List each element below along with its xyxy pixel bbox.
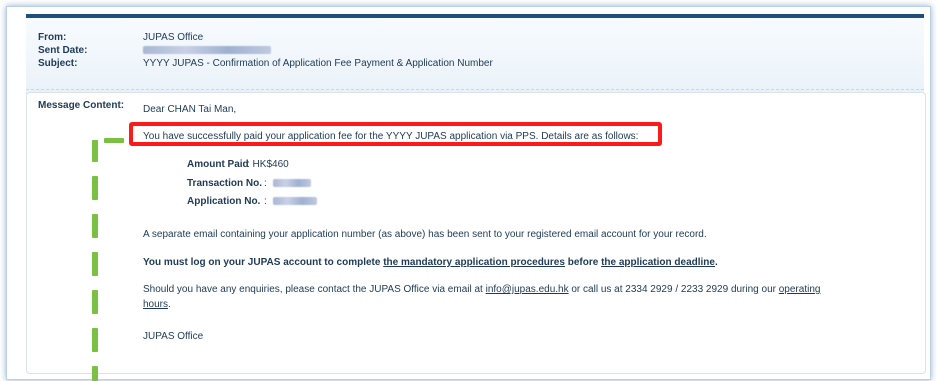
transaction-no-sep: : (264, 178, 267, 189)
enquiries-text-c: . (168, 299, 171, 310)
guide-dash (92, 176, 98, 200)
guide-dash (92, 366, 98, 381)
subject-label: Subject: (38, 58, 78, 69)
must-logon-text-c: . (714, 257, 718, 268)
email-header: From: JUPAS Office Sent Date: Subject: Y… (26, 14, 924, 94)
guide-dash (92, 252, 98, 276)
transaction-no-redacted (272, 179, 311, 188)
from-value: JUPAS Office (143, 32, 204, 43)
must-logon-text-b: before (564, 257, 602, 268)
sent-date-value-redacted (143, 45, 271, 57)
enquiries-paragraph-line2: hours. (143, 299, 171, 310)
guide-dash (92, 328, 98, 352)
operating-hours-link[interactable]: operating (779, 284, 821, 295)
application-no-sep: : (264, 196, 267, 207)
enquiries-paragraph: Should you have any enquiries, please co… (143, 284, 820, 295)
payment-confirmation-text: You have successfully paid your applicat… (143, 131, 639, 142)
sent-date-label: Sent Date: (38, 45, 88, 56)
application-no-label: Application No. (187, 196, 261, 207)
email-link[interactable]: info@jupas.edu.hk (486, 284, 569, 295)
greeting: Dear CHAN Tai Man, (143, 104, 237, 115)
enquiries-text-a: Should you have any enquiries, please co… (143, 284, 486, 295)
guide-dash (92, 290, 98, 314)
subject-value: YYYY JUPAS - Confirmation of Application… (143, 58, 493, 69)
application-no-redacted (272, 197, 317, 206)
amount-paid-label: Amount Paid (187, 159, 249, 170)
must-logon-paragraph: You must log on your JUPAS account to co… (143, 257, 718, 268)
transaction-no-value: : (264, 178, 311, 189)
mandatory-procedures-link[interactable]: the mandatory application procedures (383, 257, 565, 268)
transaction-no-label: Transaction No. (187, 178, 263, 189)
must-logon-text-a: You must log on your JUPAS account to co… (143, 257, 384, 268)
message-content-label: Message Content: (38, 100, 125, 111)
signoff: JUPAS Office (143, 331, 204, 342)
amount-paid-value: : HK$460 (247, 159, 289, 170)
operating-hours-link-cont[interactable]: hours (143, 299, 168, 310)
header-divider (26, 89, 924, 90)
application-no-value: : (264, 196, 317, 207)
from-label: From: (38, 32, 67, 43)
guide-dash (92, 140, 98, 162)
separate-email-paragraph: A separate email containing your applica… (143, 229, 707, 240)
guide-dash (92, 214, 98, 238)
application-deadline-link[interactable]: the application deadline (601, 257, 715, 268)
guide-dash (104, 138, 124, 143)
enquiries-text-b: or call us at 2334 2929 / 2233 2929 duri… (568, 284, 779, 295)
